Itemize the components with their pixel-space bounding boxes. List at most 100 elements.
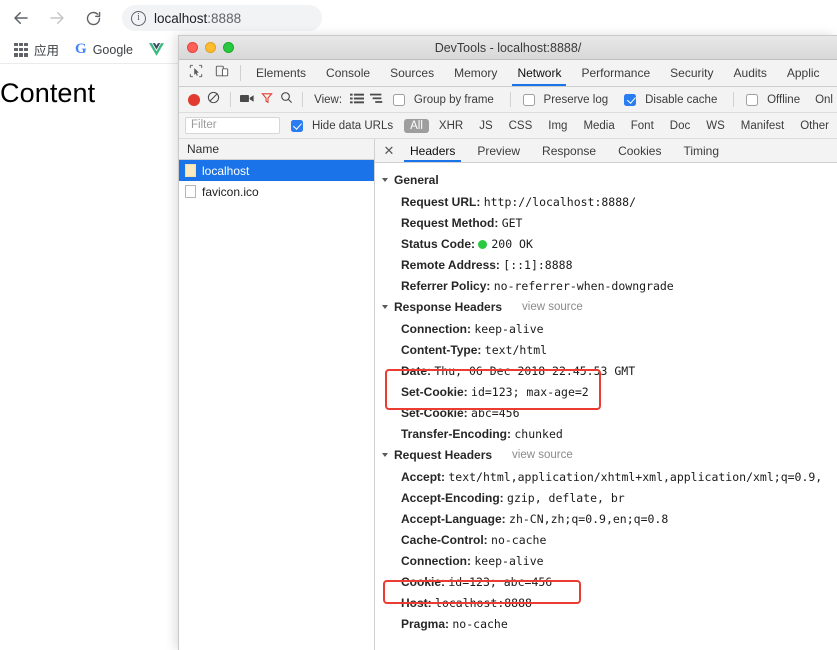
header-value: no-referrer-when-downgrade bbox=[493, 278, 674, 293]
zoom-window-button[interactable] bbox=[223, 42, 234, 53]
header-row-cache-control: Cache-Control: no-cache bbox=[375, 529, 837, 550]
back-button[interactable] bbox=[6, 3, 36, 33]
header-value: [::1]:8888 bbox=[503, 257, 573, 272]
group-by-frame-label: Group by frame bbox=[413, 93, 494, 106]
chip-font[interactable]: Font bbox=[625, 119, 660, 133]
tab-memory[interactable]: Memory bbox=[444, 60, 507, 86]
chip-img[interactable]: Img bbox=[542, 119, 573, 133]
offline-box[interactable] bbox=[746, 93, 759, 106]
chip-js[interactable]: JS bbox=[473, 119, 498, 133]
vue-logo-icon bbox=[149, 43, 164, 56]
tab-response[interactable]: Response bbox=[531, 139, 607, 162]
chip-xhr[interactable]: XHR bbox=[433, 119, 469, 133]
tab-preview[interactable]: Preview bbox=[466, 139, 531, 162]
tab-security[interactable]: Security bbox=[660, 60, 723, 86]
headers-content: General Request URL: http://localhost:88… bbox=[375, 163, 837, 634]
header-key: Cache-Control: bbox=[401, 532, 488, 547]
toolbar-divider-2 bbox=[302, 92, 304, 107]
section-response-headers-header[interactable]: Response Headers view source bbox=[375, 296, 837, 318]
tab-timing[interactable]: Timing bbox=[672, 139, 730, 162]
table-row[interactable]: localhost bbox=[179, 160, 374, 181]
header-row-accept-language: Accept-Language: zh-CN,zh;q=0.9,en;q=0.8 bbox=[375, 508, 837, 529]
header-key: Request Method: bbox=[401, 215, 499, 230]
tab-headers[interactable]: Headers bbox=[399, 139, 466, 162]
tab-elements[interactable]: Elements bbox=[246, 60, 316, 86]
clear-icon bbox=[207, 91, 220, 109]
filter-input[interactable]: Filter bbox=[185, 117, 280, 134]
tab-cookies[interactable]: Cookies bbox=[607, 139, 672, 162]
search-button[interactable] bbox=[277, 89, 295, 111]
forward-button[interactable] bbox=[42, 3, 72, 33]
screenshot-root: i localhost:8888 应用 G Google Content De… bbox=[0, 0, 837, 650]
tab-application[interactable]: Applic bbox=[777, 60, 830, 86]
bookmark-apps[interactable]: 应用 bbox=[6, 39, 67, 61]
table-row[interactable]: favicon.ico bbox=[179, 181, 374, 202]
capture-screenshots-button[interactable] bbox=[238, 89, 256, 111]
chip-media[interactable]: Media bbox=[577, 119, 620, 133]
hide-data-urls-checkbox[interactable]: Hide data URLs bbox=[290, 119, 397, 132]
tab-performance[interactable]: Performance bbox=[571, 60, 660, 86]
info-circle-icon[interactable]: i bbox=[131, 10, 146, 26]
offline-checkbox[interactable]: Offline bbox=[746, 93, 804, 106]
waterfall-view-icon bbox=[369, 91, 384, 109]
bookmark-google-label: Google bbox=[92, 42, 133, 57]
group-by-frame-checkbox[interactable]: Group by frame bbox=[392, 93, 498, 106]
chip-other[interactable]: Other bbox=[794, 119, 835, 133]
section-request-headers-header[interactable]: Request Headers view source bbox=[375, 444, 837, 466]
header-value: Thu, 06 Dec 2018 22:45:53 GMT bbox=[434, 363, 636, 378]
hide-data-urls-label: Hide data URLs bbox=[311, 119, 394, 132]
view-list-button[interactable] bbox=[348, 89, 366, 111]
filter-toggle-button[interactable] bbox=[258, 89, 276, 111]
view-waterfall-button[interactable] bbox=[368, 89, 386, 111]
hide-data-urls-box[interactable] bbox=[290, 119, 303, 132]
chip-ws[interactable]: WS bbox=[700, 119, 731, 133]
preserve-log-checkbox[interactable]: Preserve log bbox=[522, 93, 613, 106]
header-row-connection-res: Connection: keep-alive bbox=[375, 318, 837, 339]
detail-tabbar: ✕ Headers Preview Response Cookies Timin… bbox=[375, 139, 837, 163]
inspect-element-icon bbox=[189, 64, 203, 83]
browser-toolbar: i localhost:8888 bbox=[0, 0, 837, 36]
header-value: http://localhost:8888/ bbox=[483, 194, 637, 209]
chip-css[interactable]: CSS bbox=[503, 119, 539, 133]
chip-doc[interactable]: Doc bbox=[664, 119, 696, 133]
clear-button[interactable] bbox=[205, 89, 223, 111]
address-bar[interactable]: i localhost:8888 bbox=[122, 5, 322, 31]
record-button[interactable] bbox=[185, 89, 203, 111]
chip-manifest[interactable]: Manifest bbox=[735, 119, 790, 133]
minimize-window-button[interactable] bbox=[205, 42, 216, 53]
view-source-link-response[interactable]: view source bbox=[522, 301, 583, 313]
header-key: Set-Cookie: bbox=[401, 384, 468, 399]
header-row-connection-req: Connection: keep-alive bbox=[375, 550, 837, 571]
disable-cache-checkbox[interactable]: Disable cache bbox=[624, 93, 721, 106]
header-value: keep-alive bbox=[474, 321, 544, 336]
chip-all[interactable]: All bbox=[404, 118, 429, 133]
disable-cache-box[interactable] bbox=[624, 93, 637, 106]
close-icon: ✕ bbox=[383, 142, 395, 158]
tab-audits[interactable]: Audits bbox=[724, 60, 777, 86]
section-general-header[interactable]: General bbox=[375, 169, 837, 191]
tab-console[interactable]: Console bbox=[316, 60, 380, 86]
view-source-link-request[interactable]: view source bbox=[512, 449, 573, 461]
header-row-content-type: Content-Type: text/html bbox=[375, 339, 837, 360]
header-key: Date: bbox=[401, 363, 432, 378]
group-by-frame-box[interactable] bbox=[392, 93, 405, 106]
tab-network[interactable]: Network bbox=[507, 60, 571, 86]
header-key: Connection: bbox=[401, 321, 471, 336]
reload-button[interactable] bbox=[78, 3, 108, 33]
chevron-down-icon bbox=[382, 178, 388, 182]
inspect-element-button[interactable] bbox=[183, 60, 209, 86]
page-title: Content bbox=[0, 78, 96, 108]
device-toolbar-button[interactable] bbox=[209, 60, 235, 86]
tab-sources[interactable]: Sources bbox=[380, 60, 444, 86]
header-row-accept: Accept: text/html,application/xhtml+xml,… bbox=[375, 466, 837, 487]
header-key: Accept-Language: bbox=[401, 511, 506, 526]
throttling-select[interactable]: Onl bbox=[815, 94, 833, 106]
close-window-button[interactable] bbox=[187, 42, 198, 53]
bookmark-vue[interactable] bbox=[141, 39, 172, 61]
header-row-transfer-encoding: Transfer-Encoding: chunked bbox=[375, 423, 837, 444]
bookmark-google[interactable]: G Google bbox=[67, 39, 141, 61]
header-value: no-cache bbox=[452, 616, 508, 631]
header-value: abc=456 bbox=[471, 405, 520, 420]
close-detail-button[interactable]: ✕ bbox=[379, 139, 399, 162]
preserve-log-box[interactable] bbox=[522, 93, 535, 106]
